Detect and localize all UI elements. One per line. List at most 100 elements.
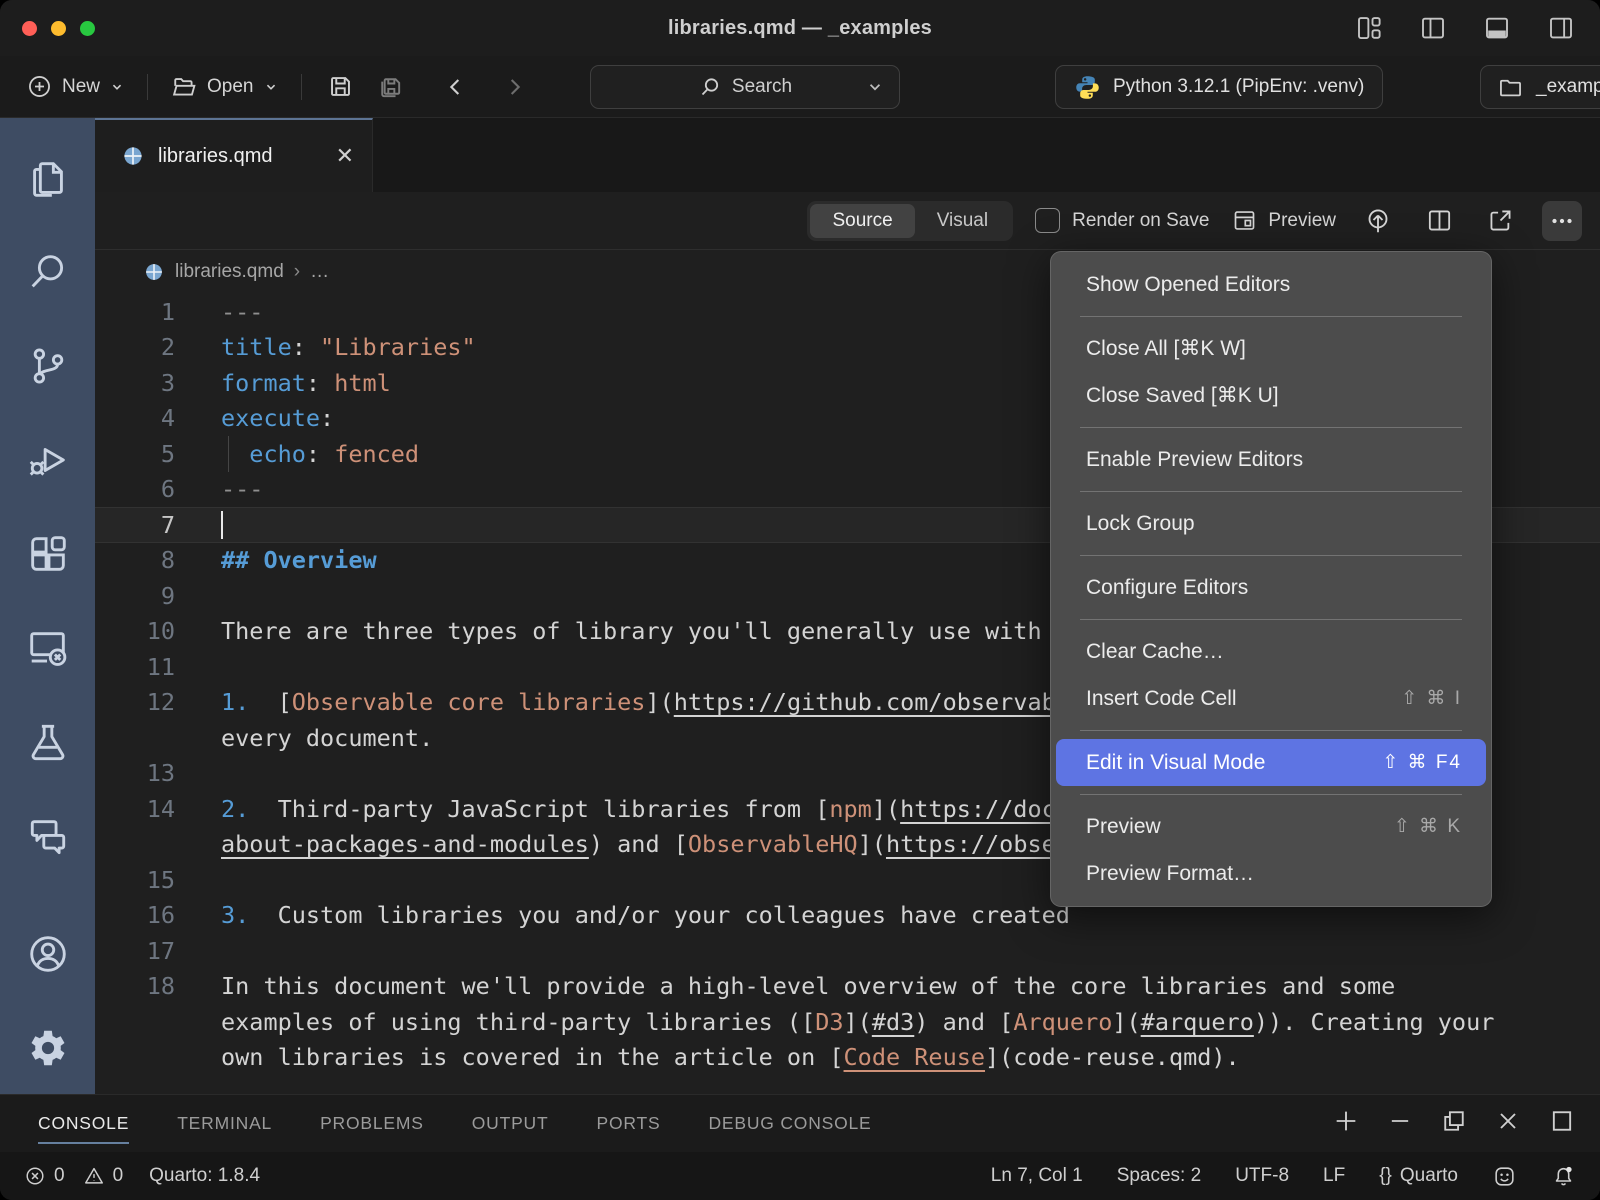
panel-tab-output[interactable]: OUTPUT — [472, 1105, 549, 1142]
account-icon[interactable] — [18, 918, 78, 990]
warnings-icon — [83, 1165, 105, 1187]
editor-actions-context-menu: Show Opened Editors Close All [⌘K W] Close… — [1050, 251, 1492, 907]
chat-icon[interactable] — [18, 800, 78, 872]
code-line-text: --- — [221, 475, 263, 503]
code-line-text: 3. Custom libraries you and/or your coll… — [221, 901, 1070, 929]
menu-item-preview-format[interactable]: Preview Format… — [1056, 850, 1486, 897]
code-row[interactable]: 17 — [95, 933, 1600, 969]
navigate-forward-button[interactable] — [494, 67, 534, 107]
code-line-text: echo: fenced — [221, 440, 419, 468]
menu-item-edit-in-visual-mode[interactable]: Edit in Visual Mode ⇧ ⌘ F4 — [1056, 739, 1486, 786]
menu-item-label: Show Opened Editors — [1086, 273, 1290, 297]
line-number: 5 — [95, 440, 175, 468]
settings-gear-icon[interactable] — [18, 1012, 78, 1084]
menu-item-label: Preview — [1086, 815, 1161, 839]
testing-icon[interactable] — [18, 706, 78, 778]
folder-icon — [1497, 74, 1524, 101]
customize-layout-icon[interactable] — [1348, 7, 1390, 49]
toggle-primary-sidebar-icon[interactable] — [1412, 7, 1454, 49]
open-button[interactable]: Open — [166, 67, 282, 107]
panel-tab-problems[interactable]: PROBLEMS — [320, 1105, 424, 1142]
navigate-back-button[interactable] — [436, 67, 476, 107]
editor-tab-bar: libraries.qmd ✕ — [95, 118, 1600, 192]
chevron-down-icon — [263, 79, 279, 95]
panel-tab-terminal[interactable]: TERMINAL — [177, 1105, 272, 1142]
save-button[interactable] — [320, 66, 361, 107]
source-control-icon[interactable] — [18, 330, 78, 402]
menu-item-close-saved-k-u[interactable]: Close Saved [⌘K U] — [1056, 372, 1486, 419]
more-actions-button[interactable] — [1542, 201, 1582, 241]
menu-item-enable-preview-editors[interactable]: Enable Preview Editors — [1056, 436, 1486, 483]
interpreter-selector[interactable]: Python 3.12.1 (PipEnv: .venv) — [1055, 65, 1383, 109]
close-panel-icon[interactable] — [1494, 1107, 1522, 1140]
render-on-save-checkbox[interactable] — [1035, 208, 1060, 233]
cursor-position-status[interactable]: Ln 7, Col 1 — [991, 1165, 1083, 1187]
sessions-icon[interactable] — [18, 612, 78, 684]
menu-divider — [1080, 794, 1462, 795]
close-window-button[interactable] — [22, 21, 37, 36]
menu-item-clear-cache[interactable]: Clear Cache… — [1056, 628, 1486, 675]
toggle-secondary-sidebar-icon[interactable] — [1540, 7, 1582, 49]
menu-item-show-opened-editors[interactable]: Show Opened Editors — [1056, 261, 1486, 308]
zoom-window-button[interactable] — [80, 21, 95, 36]
render-publish-icon[interactable] — [1358, 201, 1398, 241]
visual-mode-button[interactable]: Visual — [915, 204, 1010, 238]
line-number: 10 — [95, 617, 175, 645]
code-row[interactable]: own libraries is covered in the article … — [95, 1040, 1600, 1076]
project-selector[interactable]: _examples — [1480, 65, 1600, 109]
quarto-version-status[interactable]: Quarto: 1.8.4 — [149, 1165, 260, 1187]
extensions-icon[interactable] — [18, 518, 78, 590]
eol-status[interactable]: LF — [1323, 1165, 1345, 1187]
status-bar: 0 0 Quarto: 1.8.4 Ln 7, Col 1 Spaces: 2 … — [0, 1152, 1600, 1200]
open-in-new-window-icon[interactable] — [1481, 201, 1520, 240]
tab-libraries-qmd[interactable]: libraries.qmd ✕ — [95, 118, 373, 192]
errors-icon — [24, 1165, 46, 1187]
chevron-down-icon — [865, 77, 885, 97]
menu-item-preview[interactable]: Preview ⇧ ⌘ K — [1056, 803, 1486, 850]
global-search-input[interactable]: Search — [590, 65, 900, 109]
menu-item-close-all-k-w[interactable]: Close All [⌘K W] — [1056, 325, 1486, 372]
indent-guide — [228, 436, 229, 472]
menu-item-label: Edit in Visual Mode — [1086, 751, 1265, 775]
new-button[interactable]: New — [22, 67, 129, 106]
encoding-status[interactable]: UTF-8 — [1235, 1165, 1289, 1187]
breadcrumb-file[interactable]: libraries.qmd — [175, 261, 284, 283]
toggle-panel-icon[interactable] — [1476, 7, 1518, 49]
menu-item-insert-code-cell[interactable]: Insert Code Cell⇧ ⌘ I — [1056, 675, 1486, 722]
panel-tab-ports[interactable]: PORTS — [596, 1105, 660, 1142]
split-editor-icon[interactable] — [1420, 201, 1459, 240]
tab-close-icon[interactable]: ✕ — [336, 143, 354, 169]
menu-divider — [1080, 316, 1462, 317]
code-line-text: title: "Libraries" — [221, 333, 476, 361]
menu-item-label: Close All [⌘K W] — [1086, 336, 1246, 361]
language-mode-status[interactable]: {} Quarto — [1379, 1165, 1458, 1187]
restore-panel-icon[interactable] — [1440, 1107, 1468, 1140]
indentation-status[interactable]: Spaces: 2 — [1117, 1165, 1202, 1187]
panel-tab-debug-console[interactable]: DEBUG CONSOLE — [708, 1105, 871, 1142]
save-all-button[interactable] — [369, 66, 410, 107]
project-label: _examples — [1536, 76, 1600, 98]
feedback-smiley-icon[interactable] — [1492, 1164, 1517, 1189]
notifications-bell-icon[interactable] — [1551, 1164, 1576, 1189]
menu-item-label: Close Saved [⌘K U] — [1086, 383, 1279, 408]
maximize-panel-icon[interactable] — [1548, 1107, 1576, 1140]
menu-item-shortcut: ⇧ ⌘ K — [1394, 815, 1462, 838]
run-and-debug-icon[interactable] — [18, 424, 78, 496]
code-row[interactable]: examples of using third-party libraries … — [95, 1004, 1600, 1040]
preview-button[interactable]: Preview — [1231, 207, 1336, 234]
menu-item-configure-editors[interactable]: Configure Editors — [1056, 564, 1486, 611]
menu-item-shortcut: ⇧ ⌘ F4 — [1382, 751, 1462, 774]
minimize-panel-icon[interactable] — [1386, 1107, 1414, 1140]
menu-item-lock-group[interactable]: Lock Group — [1056, 500, 1486, 547]
minimize-window-button[interactable] — [51, 21, 66, 36]
breadcrumb-ellipsis[interactable]: … — [310, 261, 329, 283]
panel-tab-console[interactable]: CONSOLE — [38, 1105, 129, 1142]
explorer-icon[interactable] — [18, 142, 78, 214]
search-icon[interactable] — [18, 236, 78, 308]
toolbar-divider — [301, 74, 302, 100]
new-console-plus-icon[interactable] — [1332, 1107, 1360, 1140]
source-mode-button[interactable]: Source — [810, 204, 914, 238]
problems-status[interactable]: 0 0 — [24, 1165, 123, 1187]
top-toolbar: New Open Search — [0, 56, 1600, 118]
code-row[interactable]: 18In this document we'll provide a high-… — [95, 969, 1600, 1005]
